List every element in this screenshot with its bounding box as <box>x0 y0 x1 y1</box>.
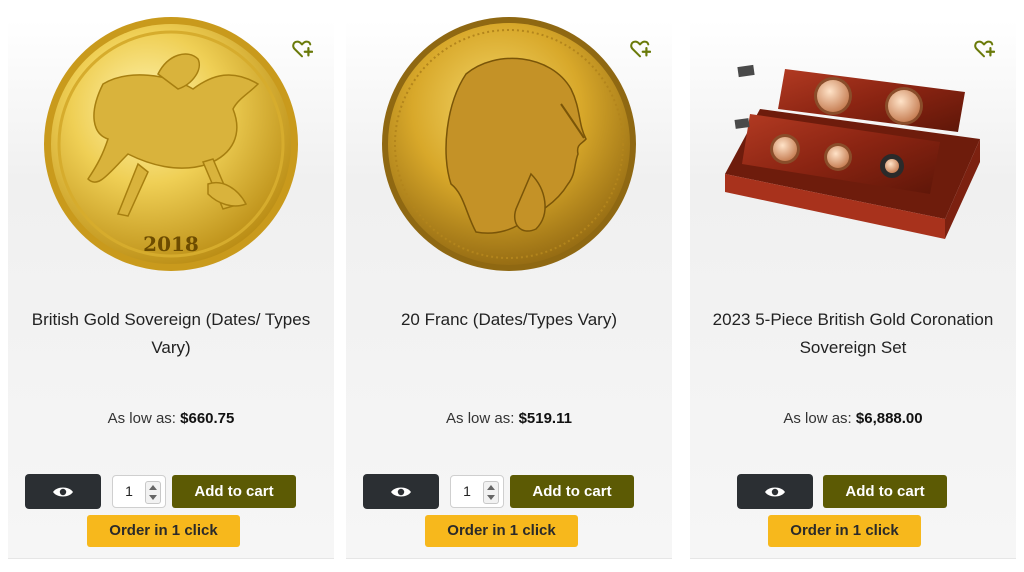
price-label: As low as: <box>446 410 515 427</box>
product-title[interactable]: 20 Franc (Dates/Types Vary) <box>366 306 652 334</box>
price-label: As low as: <box>783 410 852 427</box>
price-value: $519.11 <box>518 410 572 427</box>
product-image[interactable] <box>346 14 672 279</box>
price-label: As low as: <box>107 410 176 427</box>
product-price: As low as: $519.11 <box>346 410 672 427</box>
quick-view-button[interactable] <box>737 474 813 509</box>
product-price: As low as: $660.75 <box>8 410 334 427</box>
price-value: $6,888.00 <box>855 410 923 427</box>
product-title[interactable]: British Gold Sovereign (Dates/ Types Var… <box>28 306 314 362</box>
sovereign-set-case-image <box>725 64 980 239</box>
order-one-click-button[interactable]: Order in 1 click <box>87 515 240 547</box>
product-card: 2018 British Gold Sovereign (Dates/ Type… <box>8 0 334 559</box>
coin-year: 2018 <box>143 232 199 256</box>
quantity-value[interactable]: 1 <box>451 476 483 507</box>
product-card: 2023 5-Piece British Gold Coronation Sov… <box>690 0 1016 559</box>
quantity-spin-arrows[interactable] <box>483 481 499 504</box>
add-to-cart-button[interactable]: Add to cart <box>172 475 296 508</box>
order-one-click-button[interactable]: Order in 1 click <box>768 515 921 547</box>
price-value: $660.75 <box>180 410 235 427</box>
eye-icon <box>53 487 73 496</box>
quantity-stepper[interactable]: 1 <box>450 475 504 508</box>
order-one-click-button[interactable]: Order in 1 click <box>425 515 578 547</box>
product-card: 20 Franc (Dates/Types Vary) As low as: $… <box>346 0 672 559</box>
product-image[interactable]: 2018 <box>8 14 334 279</box>
gold-franc-coin-image <box>382 17 636 271</box>
eye-icon <box>765 487 785 496</box>
add-to-cart-button[interactable]: Add to cart <box>510 475 634 508</box>
quick-view-button[interactable] <box>25 474 101 509</box>
product-price: As low as: $6,888.00 <box>690 410 1016 427</box>
quantity-spin-arrows[interactable] <box>145 481 161 504</box>
quantity-stepper[interactable]: 1 <box>112 475 166 508</box>
quick-view-button[interactable] <box>363 474 439 509</box>
product-title[interactable]: 2023 5-Piece British Gold Coronation Sov… <box>710 306 996 362</box>
product-image[interactable] <box>690 14 1016 279</box>
gold-sovereign-coin-image: 2018 <box>44 17 298 271</box>
eye-icon <box>391 487 411 496</box>
quantity-value[interactable]: 1 <box>113 476 145 507</box>
add-to-cart-button[interactable]: Add to cart <box>823 475 947 508</box>
